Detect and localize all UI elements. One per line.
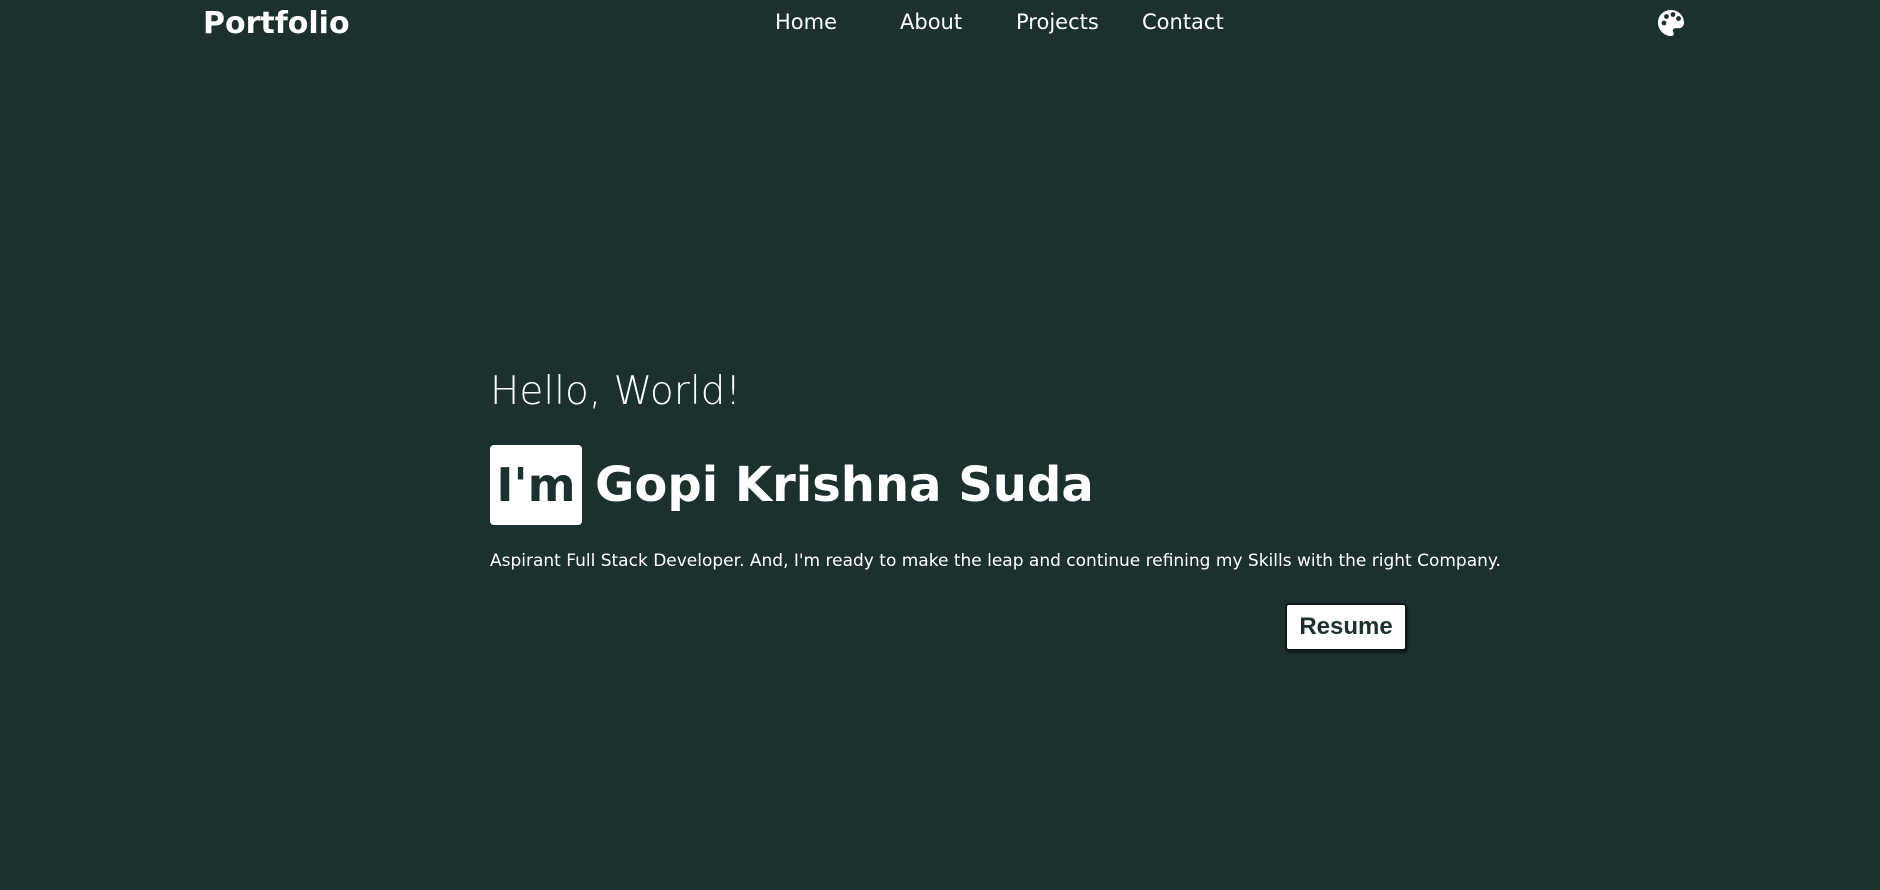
hero-name-row: I'm Gopi Krishna Suda: [490, 445, 1410, 525]
navbar: Portfolio Home About Projects Contact: [0, 0, 1880, 50]
nav-link-about[interactable]: About: [900, 10, 962, 34]
im-badge: I'm: [490, 445, 582, 525]
hero-greeting: Hello, World!: [490, 369, 742, 414]
resume-button[interactable]: Resume: [1285, 603, 1407, 651]
hero-tagline: Aspirant Full Stack Developer. And, I'm …: [490, 551, 1501, 571]
palette-icon[interactable]: [1656, 8, 1686, 38]
brand-logo[interactable]: Portfolio: [203, 6, 350, 41]
hero-section: Hello, World! I'm Gopi Krishna Suda Aspi…: [490, 362, 1501, 571]
nav-link-projects[interactable]: Projects: [1016, 10, 1099, 34]
hero-name: Gopi Krishna Suda: [595, 457, 1094, 513]
nav-link-home[interactable]: Home: [775, 10, 837, 34]
nav-link-contact[interactable]: Contact: [1142, 10, 1224, 34]
